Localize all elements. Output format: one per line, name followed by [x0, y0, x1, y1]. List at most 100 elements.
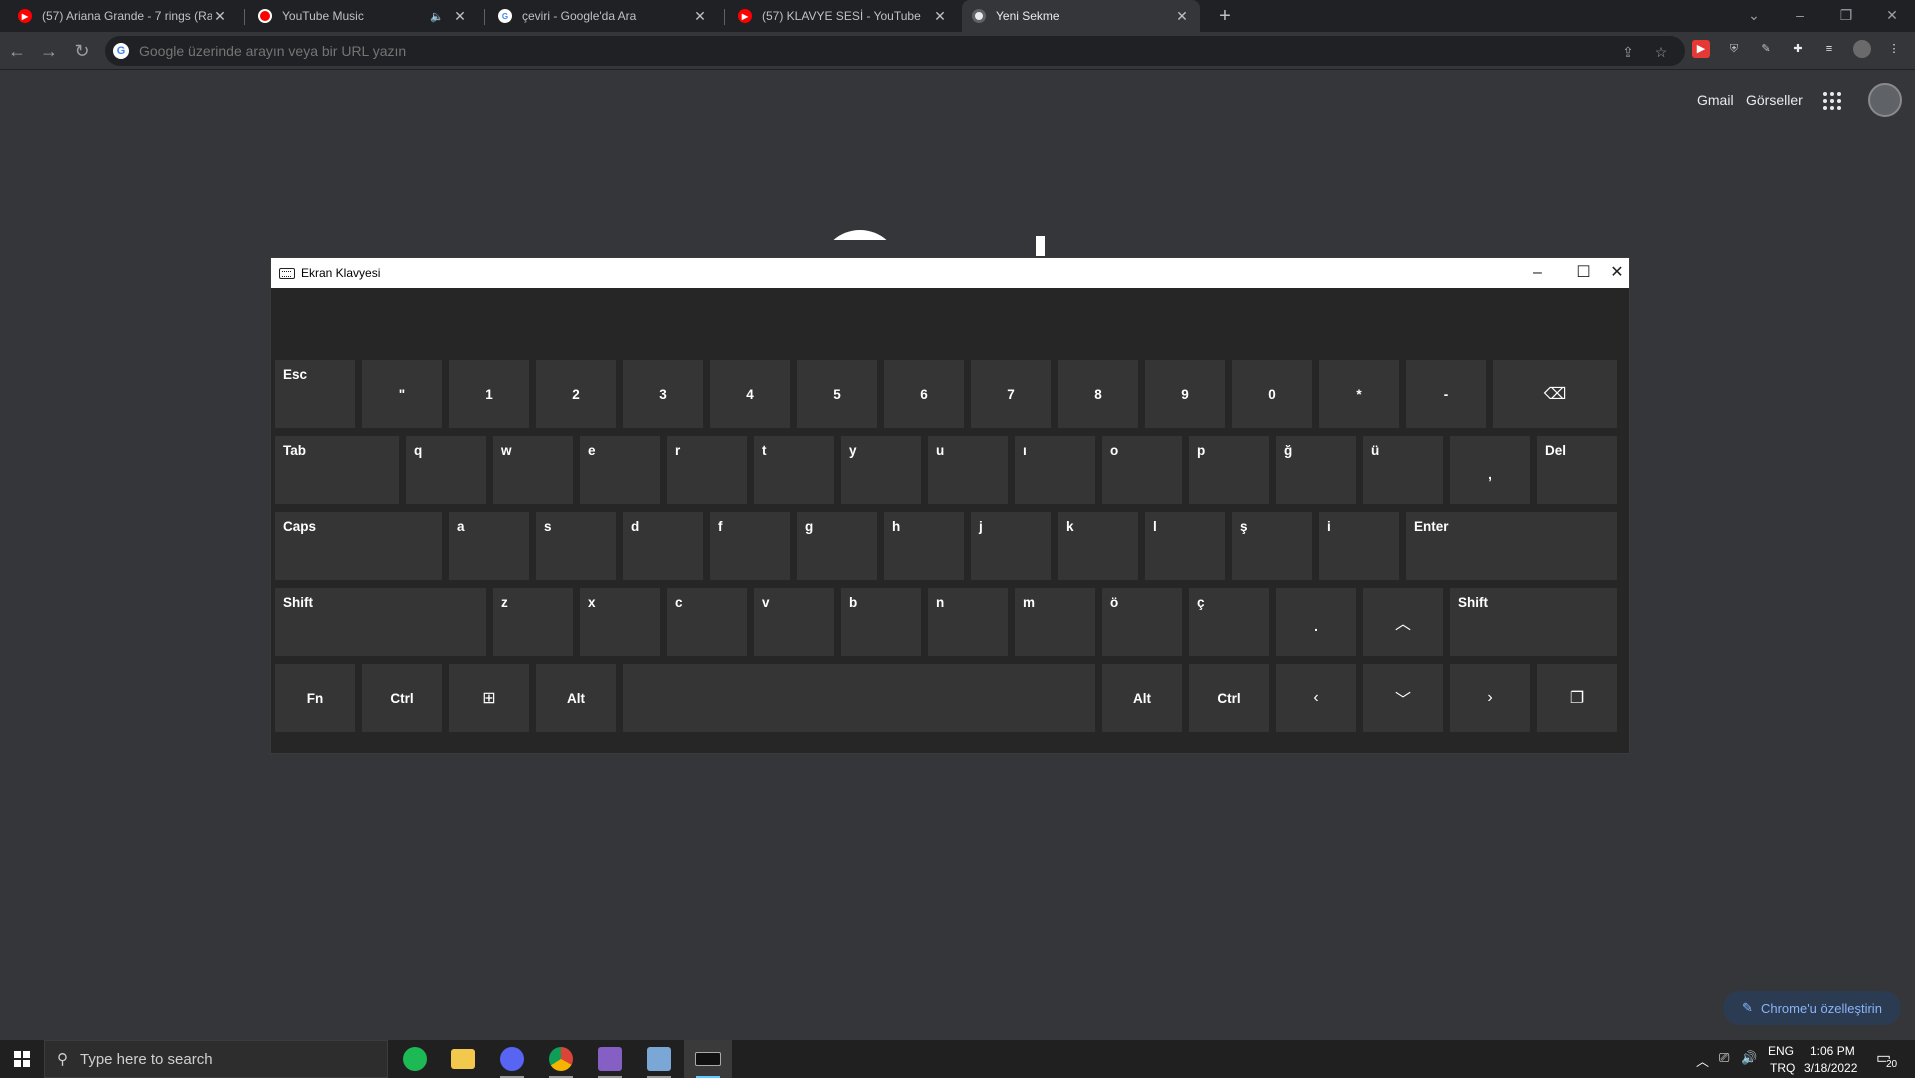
tab-klavye-sesi[interactable]: ▶ (57) KLAVYE SESİ - YouTube ✕: [728, 0, 958, 32]
key-alt[interactable]: Alt: [536, 664, 616, 732]
key-fn[interactable]: Fn: [275, 664, 355, 732]
start-button[interactable]: [0, 1040, 44, 1078]
key-p[interactable]: p: [1189, 436, 1269, 504]
tab-search-icon[interactable]: ⌄: [1731, 0, 1777, 32]
close-tab-icon[interactable]: ✕: [932, 8, 948, 25]
key-v[interactable]: v: [754, 588, 834, 656]
close-icon[interactable]: ✕: [1605, 258, 1629, 288]
on-screen-keyboard-icon[interactable]: [684, 1040, 732, 1078]
tab-youtube-music[interactable]: YouTube Music 🔈 ✕: [248, 0, 478, 32]
key-r[interactable]: r: [667, 436, 747, 504]
share-icon[interactable]: ⇪: [1619, 43, 1637, 61]
up-arrow-key[interactable]: ︿: [1363, 588, 1443, 656]
close-icon[interactable]: ✕: [1869, 0, 1915, 32]
key-e[interactable]: e: [580, 436, 660, 504]
spotify-icon[interactable]: [391, 1040, 439, 1078]
key-ctrl[interactable]: Ctrl: [362, 664, 442, 732]
key-x[interactable]: x: [580, 588, 660, 656]
key-ğ[interactable]: ğ: [1276, 436, 1356, 504]
key-9[interactable]: 9: [1145, 360, 1225, 428]
key-esc[interactable]: Esc: [275, 360, 355, 428]
key-g[interactable]: g: [797, 512, 877, 580]
key-enter[interactable]: Enter: [1406, 512, 1617, 580]
key-del[interactable]: Del: [1537, 436, 1617, 504]
app-icon[interactable]: [635, 1040, 683, 1078]
key-ş[interactable]: ş: [1232, 512, 1312, 580]
key-3[interactable]: 3: [623, 360, 703, 428]
key-"[interactable]: ": [362, 360, 442, 428]
chrome-icon[interactable]: [537, 1040, 585, 1078]
reload-icon[interactable]: ↻: [71, 40, 93, 62]
speaker-icon[interactable]: 🔈: [430, 10, 444, 23]
menu-icon[interactable]: ⋮: [1885, 40, 1903, 58]
key-ü[interactable]: ü: [1363, 436, 1443, 504]
minimize-icon[interactable]: –: [1777, 0, 1823, 32]
key-,[interactable]: ,: [1450, 436, 1530, 504]
customize-chrome-button[interactable]: ✎ Chrome'u özelleştirin: [1723, 991, 1901, 1025]
close-tab-icon[interactable]: ✕: [212, 8, 228, 25]
keyboard-layout[interactable]: TRQ: [1770, 1061, 1795, 1075]
key-6[interactable]: 6: [884, 360, 964, 428]
extension-red-icon[interactable]: ▶: [1692, 40, 1710, 58]
clock-time[interactable]: 1:06 PM: [1810, 1044, 1855, 1058]
key-i[interactable]: i: [1319, 512, 1399, 580]
space-key[interactable]: [623, 664, 1095, 732]
key-7[interactable]: 7: [971, 360, 1051, 428]
discord-icon[interactable]: [488, 1040, 536, 1078]
key-s[interactable]: s: [536, 512, 616, 580]
minimize-icon[interactable]: –: [1515, 258, 1560, 288]
visual-studio-icon[interactable]: [586, 1040, 634, 1078]
key-tab[interactable]: Tab: [275, 436, 399, 504]
extension-pen-icon[interactable]: ✎: [1757, 40, 1775, 58]
windows-key[interactable]: ⊞: [449, 664, 529, 732]
reading-list-icon[interactable]: ≡: [1820, 40, 1838, 58]
shield-icon[interactable]: ⛨: [1725, 40, 1743, 58]
close-tab-icon[interactable]: ✕: [452, 8, 468, 25]
backspace-key[interactable]: ⌫: [1493, 360, 1617, 428]
options-key[interactable]: ❐: [1537, 664, 1617, 732]
down-arrow-key[interactable]: ﹀: [1363, 664, 1443, 732]
key-caps[interactable]: Caps: [275, 512, 442, 580]
key-q[interactable]: q: [406, 436, 486, 504]
taskbar-search-box[interactable]: ⚲ Type here to search: [44, 1040, 388, 1078]
key-w[interactable]: w: [493, 436, 573, 504]
profile-avatar-icon[interactable]: [1853, 40, 1871, 58]
key-f[interactable]: f: [710, 512, 790, 580]
key-u[interactable]: u: [928, 436, 1008, 504]
gmail-link[interactable]: Gmail: [1697, 92, 1734, 108]
meet-now-icon[interactable]: ⎚: [1719, 1050, 1729, 1066]
osk-title-bar[interactable]: Ekran Klavyesi – ☐ ✕: [271, 258, 1629, 288]
key-1[interactable]: 1: [449, 360, 529, 428]
google-apps-icon[interactable]: [1823, 92, 1841, 110]
tab-google-search[interactable]: G çeviri - Google'da Ara ✕: [488, 0, 718, 32]
key-d[interactable]: d: [623, 512, 703, 580]
omnibox-input[interactable]: [139, 43, 1539, 59]
key-a[interactable]: a: [449, 512, 529, 580]
left-arrow-key[interactable]: ‹: [1276, 664, 1356, 732]
account-avatar[interactable]: [1868, 83, 1902, 117]
key-b[interactable]: b: [841, 588, 921, 656]
key-y[interactable]: y: [841, 436, 921, 504]
key-z[interactable]: z: [493, 588, 573, 656]
file-explorer-icon[interactable]: [439, 1040, 487, 1078]
key-ctrl[interactable]: Ctrl: [1189, 664, 1269, 732]
key-t[interactable]: t: [754, 436, 834, 504]
key-k[interactable]: k: [1058, 512, 1138, 580]
key-l[interactable]: l: [1145, 512, 1225, 580]
key-c[interactable]: c: [667, 588, 747, 656]
bookmark-star-icon[interactable]: ☆: [1652, 43, 1670, 61]
key-ö[interactable]: ö: [1102, 588, 1182, 656]
key-o[interactable]: o: [1102, 436, 1182, 504]
tab-new-tab[interactable]: Yeni Sekme ✕: [962, 0, 1200, 32]
key-m[interactable]: m: [1015, 588, 1095, 656]
right-arrow-key[interactable]: ›: [1450, 664, 1530, 732]
key-shift[interactable]: Shift: [275, 588, 486, 656]
show-hidden-icons-icon[interactable]: ︿: [1696, 1051, 1709, 1070]
images-link[interactable]: Görseller: [1746, 92, 1803, 108]
forward-icon[interactable]: →: [38, 40, 60, 62]
omnibox[interactable]: G ⇪ ☆: [105, 36, 1685, 66]
key-5[interactable]: 5: [797, 360, 877, 428]
clock-date[interactable]: 3/18/2022: [1804, 1061, 1857, 1075]
key-*[interactable]: *: [1319, 360, 1399, 428]
volume-icon[interactable]: 🔊: [1741, 1050, 1757, 1066]
